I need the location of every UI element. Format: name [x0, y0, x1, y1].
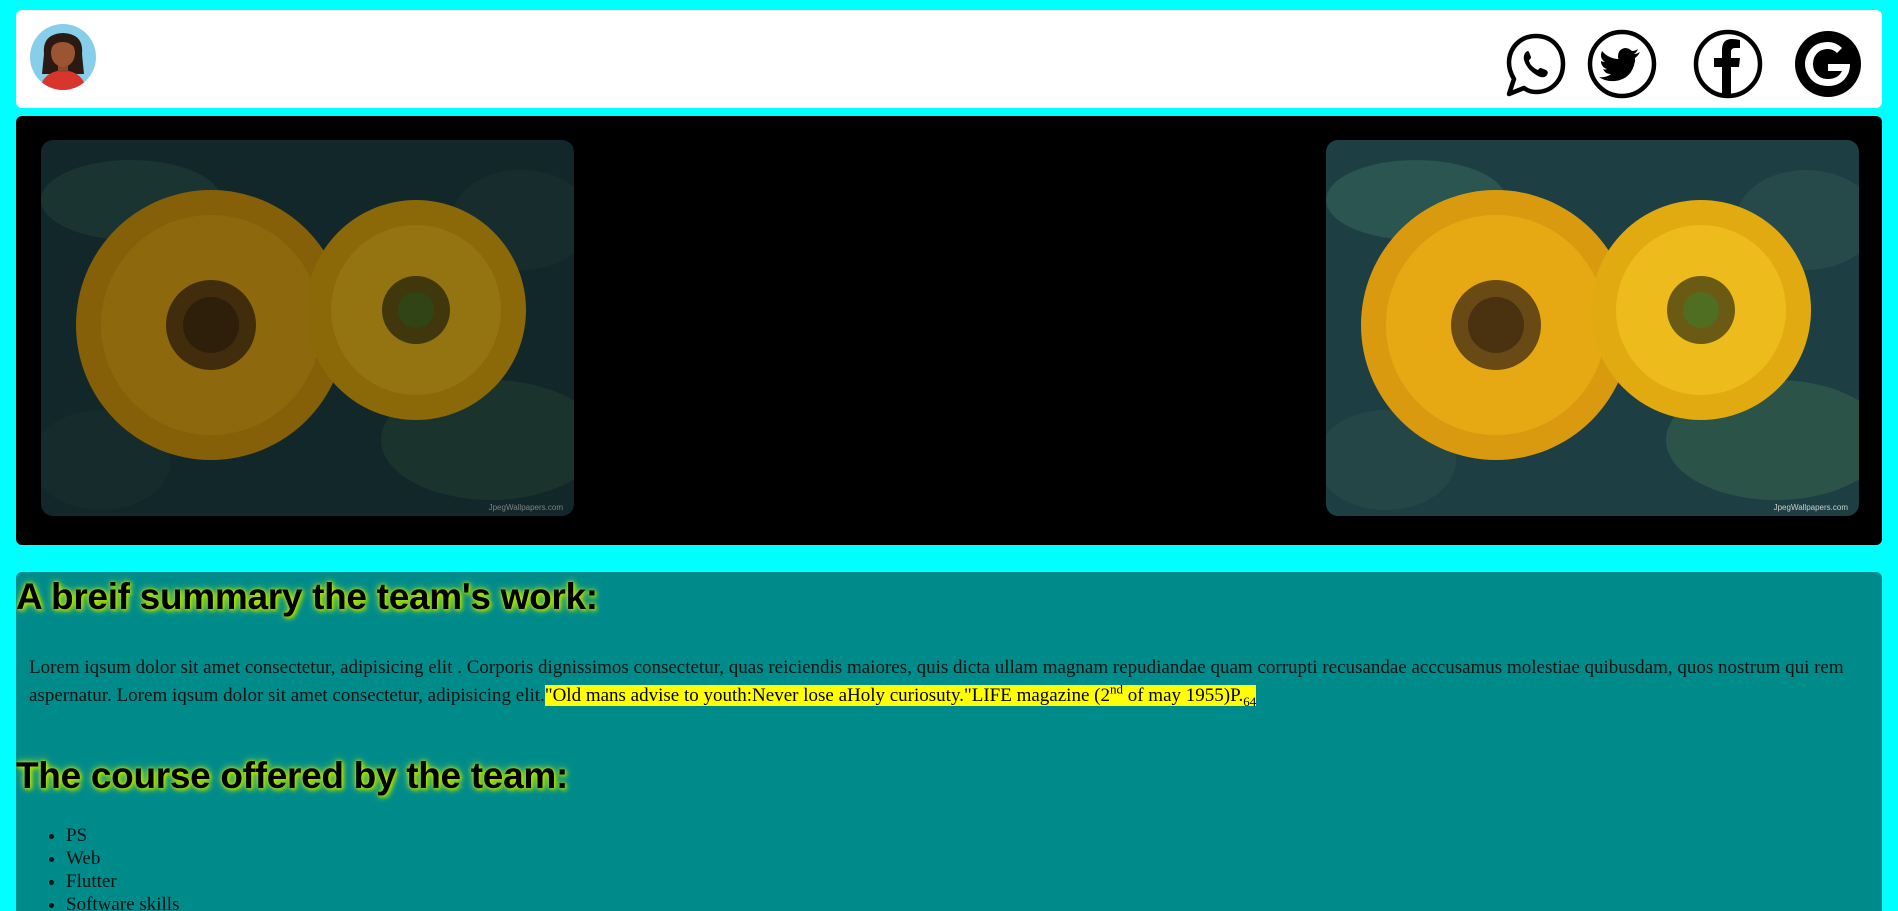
sunflowers-dimmed-image: JpegWallpapers.com: [41, 140, 574, 516]
sunflowers-image: JpegWallpapers.com: [1326, 140, 1859, 516]
google-icon[interactable]: [1792, 28, 1864, 100]
list-item: Software skills: [66, 893, 179, 911]
quote-text-b: of may 1955)P.: [1122, 685, 1244, 706]
quote-text-a: "Old mans advise to youth:Never lose aHo…: [544, 685, 1110, 706]
courses-heading: The course offered by the team:: [16, 755, 568, 796]
list-item: PS: [66, 824, 179, 847]
quote-subscript: 64: [1243, 693, 1257, 709]
svg-text:JpegWallpapers.com: JpegWallpapers.com: [1774, 503, 1849, 512]
quote-superscript: nd: [1109, 681, 1123, 697]
list-item: Flutter: [66, 870, 179, 893]
twitter-icon[interactable]: [1586, 28, 1658, 100]
courses-list: PS Web Flutter Software skills: [16, 824, 179, 911]
quote-highlight: "Old mans advise to youth:Never lose aHo…: [544, 681, 1257, 709]
header-bar: [16, 10, 1882, 108]
svg-text:JpegWallpapers.com: JpegWallpapers.com: [489, 503, 564, 512]
content-section: A breif summary the team's work: Lorem i…: [16, 572, 1882, 911]
woman-avatar-icon[interactable]: [30, 24, 96, 90]
facebook-icon[interactable]: [1692, 28, 1764, 100]
whatsapp-icon[interactable]: [1500, 28, 1572, 100]
list-item: Web: [66, 847, 179, 870]
image-banner: JpegWallpapers.com JpegWallpapers.com: [16, 116, 1882, 545]
summary-paragraph: Lorem iqsum dolor sit amet consectetur, …: [29, 654, 1869, 710]
summary-heading: A breif summary the team's work:: [16, 576, 598, 617]
